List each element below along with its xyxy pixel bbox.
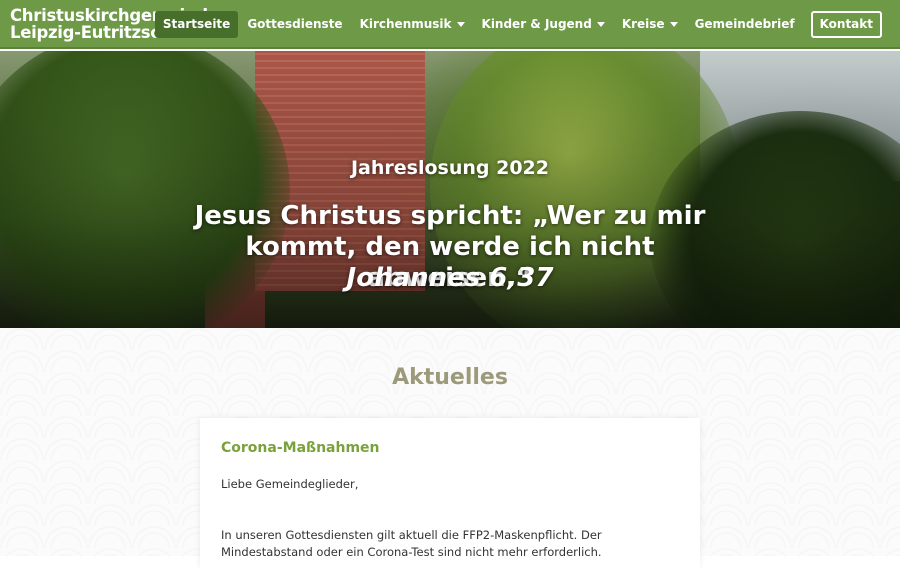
hero-reference: Johannes 6,37 <box>346 263 554 293</box>
nav-label: Kirchenmusik <box>359 17 452 31</box>
news-section: Aktuelles Corona-Maßnahmen Liebe Gemeind… <box>0 328 900 568</box>
news-card-title[interactable]: Corona-Maßnahmen <box>221 440 380 456</box>
nav-item-gemeindebrief[interactable]: Gemeindebrief <box>687 11 803 38</box>
nav-label: Startseite <box>162 17 231 31</box>
caret-down-icon <box>596 22 605 27</box>
main-nav: Startseite Gottesdienste Kirchenmusik Ki… <box>154 11 882 38</box>
nav-item-kirchenmusik[interactable]: Kirchenmusik <box>352 11 473 38</box>
nav-label: Kinder & Jugend <box>481 17 592 31</box>
nav-label: Kreise <box>621 17 665 31</box>
top-navbar: Christuskirchgemeinde Leipzig-Eutritzsch… <box>0 0 900 49</box>
kontakt-label: Kontakt <box>819 17 873 31</box>
hero-text: Jahreslosung 2022 Jesus Christus spricht… <box>0 51 900 328</box>
news-card-greeting: Liebe Gemeindeglieder, <box>221 477 359 491</box>
caret-down-icon <box>456 22 465 27</box>
nav-item-kreise[interactable]: Kreise <box>614 11 686 38</box>
section-title: Aktuelles <box>392 365 508 390</box>
nav-item-kinder-jugend[interactable]: Kinder & Jugend <box>474 11 613 38</box>
nav-label: Gemeindebrief <box>694 17 795 31</box>
hero-kicker: Jahreslosung 2022 <box>350 157 549 179</box>
hero-banner: Jahreslosung 2022 Jesus Christus spricht… <box>0 51 900 328</box>
caret-down-icon <box>669 22 678 27</box>
nav-label: Gottesdienste <box>247 17 343 31</box>
news-card: Corona-Maßnahmen Liebe Gemeindeglieder, … <box>200 418 700 568</box>
nav-item-gottesdienste[interactable]: Gottesdienste <box>239 11 350 38</box>
kontakt-button[interactable]: Kontakt <box>810 11 882 38</box>
nav-item-startseite[interactable]: Startseite <box>154 11 239 38</box>
